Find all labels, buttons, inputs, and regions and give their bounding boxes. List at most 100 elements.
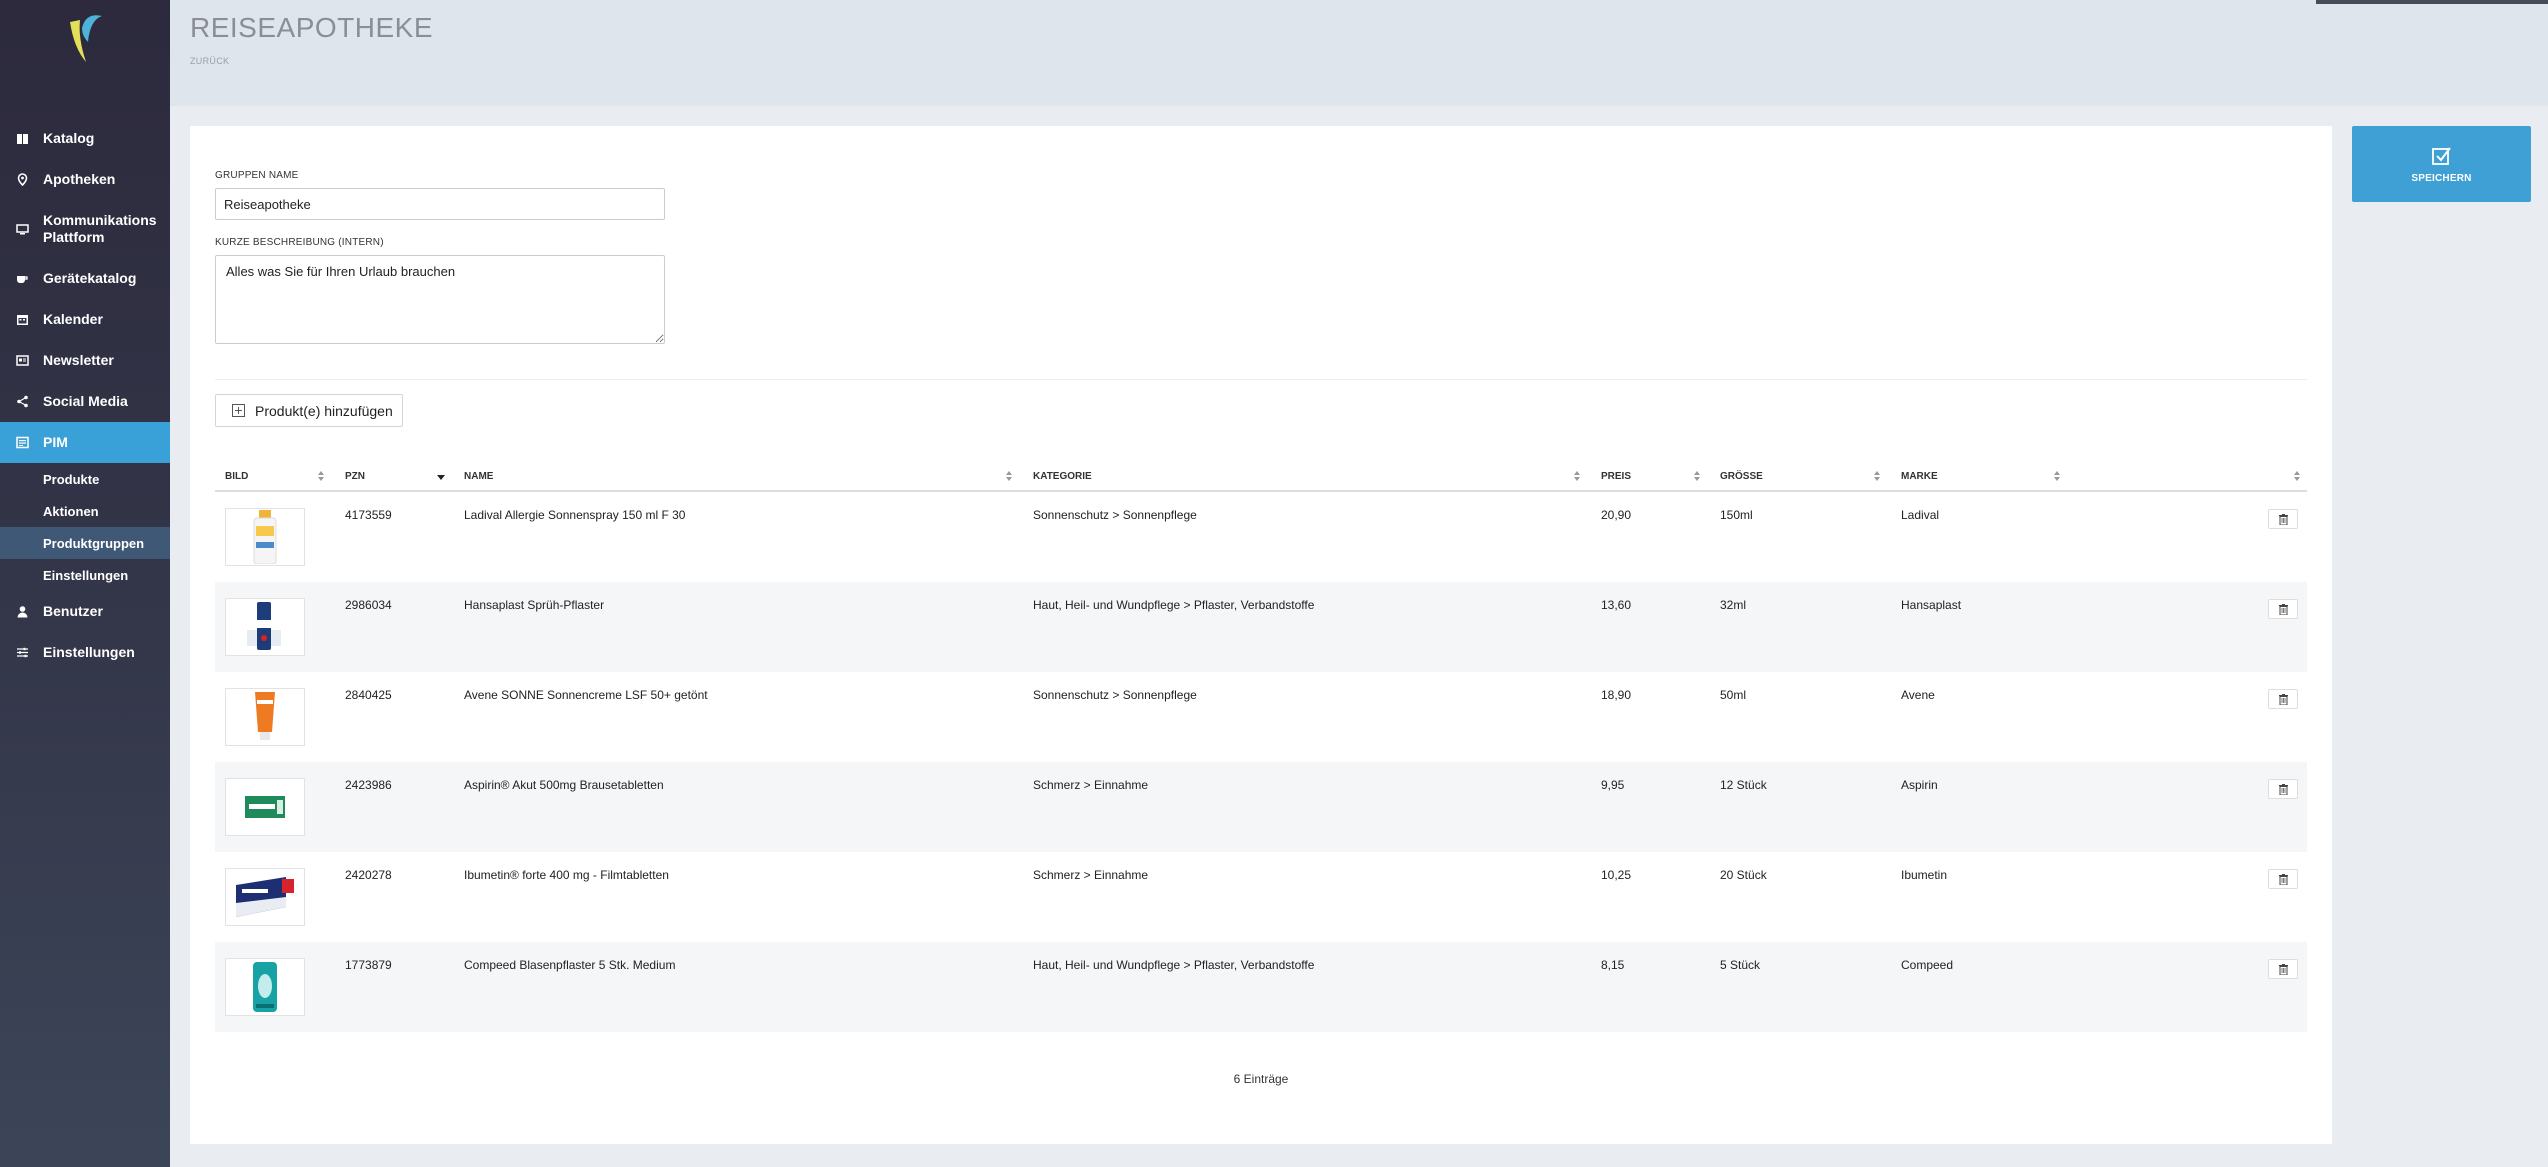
sort-icon[interactable]	[317, 471, 325, 483]
group-name-input[interactable]	[215, 188, 665, 220]
column-header-bild[interactable]: BILD	[225, 460, 248, 492]
section-divider	[215, 379, 2307, 380]
sidebar-item-kommunikations-plattform[interactable]: Kommunikations Plattform	[0, 200, 170, 258]
add-products-button[interactable]: Produkt(e) hinzufügen	[215, 394, 403, 427]
table-row[interactable]: 2420278 Ibumetin® forte 400 mg - Filmtab…	[215, 852, 2307, 942]
trash-icon	[2278, 603, 2288, 615]
sidebar-subitem-aktionen[interactable]: Aktionen	[0, 495, 170, 527]
preis-cell: 8,15	[1601, 958, 1625, 972]
description-textarea[interactable]: Alles was Sie für Ihren Urlaub brauchen	[215, 255, 665, 344]
main-panel: GRUPPEN NAME KURZE BESCHREIBUNG (INTERN)…	[190, 126, 2332, 1144]
monitor-icon	[16, 223, 29, 236]
pzn-cell: 2986034	[345, 598, 392, 612]
sidebar-item-label: Newsletter	[43, 352, 114, 368]
map-pin-icon	[16, 173, 29, 186]
back-link[interactable]: ZURÜCK	[190, 56, 229, 66]
product-image	[225, 508, 305, 566]
sidebar-item-label: Social Media	[43, 393, 128, 409]
delete-button[interactable]	[2268, 959, 2298, 979]
share-icon	[16, 395, 29, 408]
kategorie-cell: Sonnenschutz > Sonnenpflege	[1033, 688, 1197, 702]
groesse-cell: 32ml	[1720, 598, 1747, 612]
sort-icon[interactable]	[1005, 471, 1013, 483]
column-header-preis[interactable]: PREIS	[1601, 460, 1631, 492]
kategorie-cell: Schmerz > Einnahme	[1033, 778, 1149, 792]
sort-icon[interactable]	[2053, 471, 2061, 483]
marke-cell: Hansaplast	[1901, 598, 1962, 612]
delete-button[interactable]	[2268, 509, 2298, 529]
marke-cell: Aspirin	[1901, 778, 1938, 792]
pim-subnav: Produkte Aktionen Produktgruppen Einstel…	[0, 463, 170, 591]
column-header-name[interactable]: NAME	[464, 460, 493, 492]
marke-cell: Ibumetin	[1901, 868, 1948, 882]
name-cell: Avene SONNE Sonnencreme LSF 50+ getönt	[464, 688, 708, 702]
groesse-cell: 5 Stück	[1720, 958, 1761, 972]
delete-button[interactable]	[2268, 869, 2298, 889]
table-header: BILD PZN NAME KATEGORIE PREIS GRÖSSE MAR…	[215, 460, 2307, 492]
products-table: BILD PZN NAME KATEGORIE PREIS GRÖSSE MAR…	[215, 460, 2307, 1032]
sidebar-item-label: Katalog	[43, 130, 95, 146]
product-image	[225, 958, 305, 1016]
sidebar-item-kalender[interactable]: Kalender	[0, 299, 170, 340]
table-row[interactable]: 1773879 Compeed Blasenpflaster 5 Stk. Me…	[215, 942, 2307, 1032]
preis-cell: 18,90	[1601, 688, 1632, 702]
preis-cell: 13,60	[1601, 598, 1632, 612]
kategorie-cell: Haut, Heil- und Wundpflege > Pflaster, V…	[1033, 598, 1315, 612]
trash-icon	[2278, 783, 2288, 795]
sidebar-item-katalog[interactable]: Katalog	[0, 118, 170, 159]
sidebar: Katalog Apotheken Kommunikations Plattfo…	[0, 0, 170, 1167]
sort-icon[interactable]	[1873, 471, 1881, 483]
sidebar-item-social-media[interactable]: Social Media	[0, 381, 170, 422]
sidebar-item-apotheken[interactable]: Apotheken	[0, 159, 170, 200]
column-header-marke[interactable]: MARKE	[1901, 460, 1938, 492]
name-cell: Compeed Blasenpflaster 5 Stk. Medium	[464, 958, 676, 972]
sort-icon[interactable]	[2293, 471, 2301, 483]
trash-icon	[2278, 963, 2288, 975]
sort-icon[interactable]	[1693, 471, 1701, 483]
column-header-pzn[interactable]: PZN	[345, 460, 365, 492]
groesse-cell: 50ml	[1720, 688, 1747, 702]
name-cell: Ladival Allergie Sonnenspray 150 ml F 30	[464, 508, 686, 522]
sidebar-nav: Katalog Apotheken Kommunikations Plattfo…	[0, 118, 170, 673]
save-button-label: SPEICHERN	[2411, 172, 2472, 184]
delete-button[interactable]	[2268, 599, 2298, 619]
name-cell: Ibumetin® forte 400 mg - Filmtabletten	[464, 868, 669, 882]
table-row[interactable]: 2423986 Aspirin® Akut 500mg Brausetablet…	[215, 762, 2307, 852]
marke-cell: Compeed	[1901, 958, 1954, 972]
trash-icon	[2278, 873, 2288, 885]
sidebar-item-newsletter[interactable]: Newsletter	[0, 340, 170, 381]
newspaper-icon	[16, 354, 29, 367]
group-name-label: GRUPPEN NAME	[215, 170, 299, 181]
trash-icon	[2278, 513, 2288, 525]
sidebar-subitem-einstellungen[interactable]: Einstellungen	[0, 559, 170, 591]
delete-button[interactable]	[2268, 779, 2298, 799]
kategorie-cell: Haut, Heil- und Wundpflege > Pflaster, V…	[1033, 958, 1315, 972]
sidebar-subitem-produkte[interactable]: Produkte	[0, 463, 170, 495]
pzn-cell: 2420278	[345, 868, 392, 882]
sort-desc-icon[interactable]	[437, 471, 445, 483]
delete-button[interactable]	[2268, 689, 2298, 709]
sidebar-subitem-produktgruppen[interactable]: Produktgruppen	[0, 527, 170, 559]
user-icon	[16, 605, 29, 618]
sidebar-item-benutzer[interactable]: Benutzer	[0, 591, 170, 632]
entries-count: 6 Einträge	[1233, 1072, 1289, 1086]
sidebar-item-geraetekatalog[interactable]: Gerätekatalog	[0, 258, 170, 299]
table-row[interactable]: 2986034 Hansaplast Sprüh-Pflaster Haut, …	[215, 582, 2307, 672]
marke-cell: Ladival	[1901, 508, 1940, 522]
product-image	[225, 868, 305, 926]
save-button[interactable]: SPEICHERN	[2352, 126, 2531, 202]
trash-icon	[2278, 693, 2288, 705]
column-header-groesse[interactable]: GRÖSSE	[1720, 460, 1763, 492]
column-header-kategorie[interactable]: KATEGORIE	[1033, 460, 1092, 492]
marke-cell: Avene	[1901, 688, 1935, 702]
sidebar-item-label: PIM	[43, 434, 68, 450]
sidebar-item-pim[interactable]: PIM	[0, 422, 170, 463]
groesse-cell: 20 Stück	[1720, 868, 1767, 882]
topbar-accent	[2316, 0, 2548, 4]
sidebar-item-einstellungen[interactable]: Einstellungen	[0, 632, 170, 673]
page-title: REISEAPOTHEKE	[190, 12, 434, 43]
sort-icon[interactable]	[1573, 471, 1581, 483]
table-row[interactable]: 2840425 Avene SONNE Sonnencreme LSF 50+ …	[215, 672, 2307, 762]
app-logo[interactable]	[64, 8, 108, 64]
table-row[interactable]: 4173559 Ladival Allergie Sonnenspray 150…	[215, 492, 2307, 582]
